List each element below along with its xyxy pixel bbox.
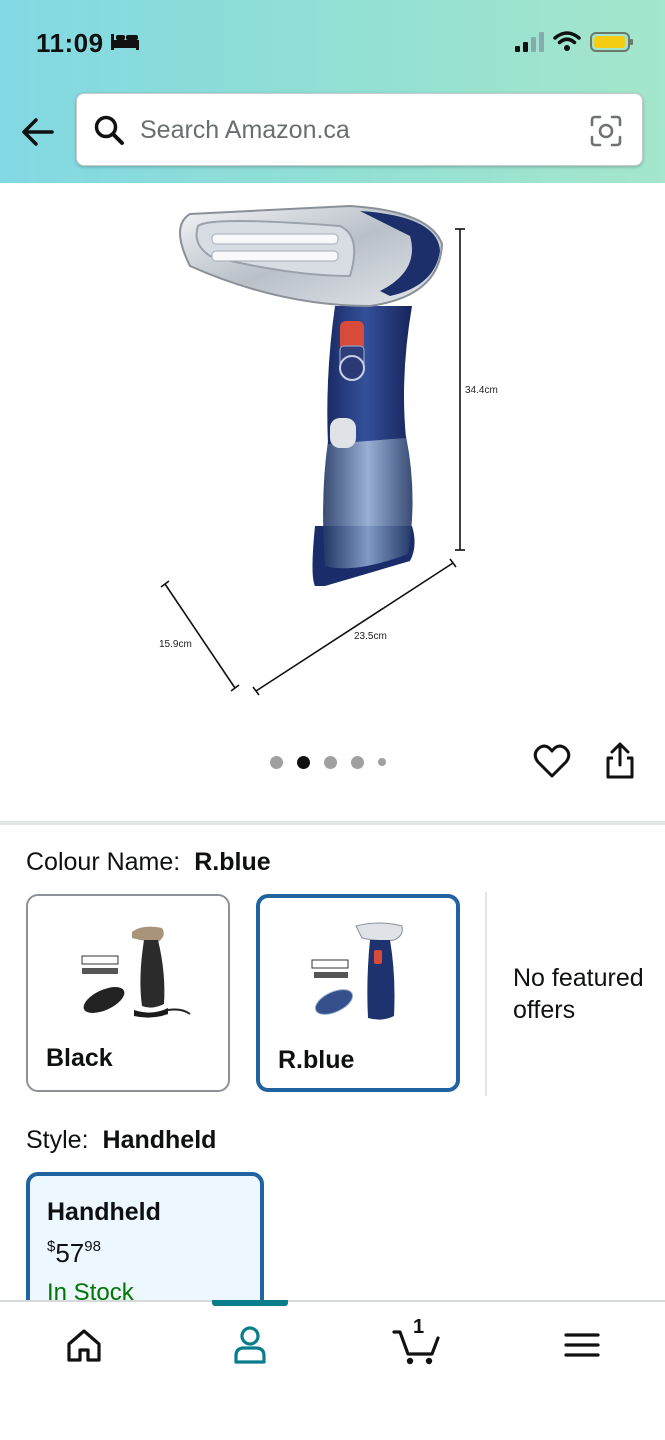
status-time: 11:09 [36,28,104,58]
style-label: Style: [26,1126,89,1154]
camera-scan-icon[interactable] [588,113,624,149]
colour-option-label: Black [46,1044,113,1072]
colour-option-label: R.blue [278,1046,355,1074]
back-arrow-icon[interactable] [18,112,58,152]
wifi-icon [553,31,581,51]
colour-selected-value: R.blue [194,848,271,876]
width-dimension: 23.5cm [354,631,387,642]
cart-count-badge: 1 [413,1316,425,1338]
search-input[interactable] [140,111,570,149]
carousel-dot[interactable] [351,755,364,769]
heart-icon[interactable] [533,743,571,781]
style-row: Style: Handheld [26,1126,216,1155]
colour-option-black[interactable]: Black [26,894,230,1092]
colour-option-rblue[interactable]: R.blue [256,894,460,1092]
battery-icon [590,32,633,52]
price-whole: 57 [55,1238,85,1268]
section-divider [0,821,665,825]
search-bar[interactable] [76,93,643,166]
colour-label: Colour Name: [26,848,181,876]
style-selected-value: Handheld [102,1126,217,1154]
bottom-navigation [0,1300,665,1440]
black-steamer-thumbnail [81,926,191,1018]
home-icon[interactable] [62,1324,106,1366]
carousel-dot[interactable] [378,758,386,766]
account-icon[interactable] [228,1324,272,1366]
depth-dimension: 15.9cm [159,639,192,650]
price: $5798 [47,1238,101,1269]
share-icon[interactable] [602,741,638,781]
vertical-divider [485,892,487,1096]
style-option-name: Handheld [47,1198,161,1226]
menu-icon[interactable] [560,1324,604,1366]
blue-steamer-thumbnail [311,922,403,1020]
carousel-dot[interactable] [270,755,283,769]
search-icon [94,115,124,145]
product-image[interactable]: 34.4cm 15.9cm 23.5cm [150,196,520,706]
image-carousel-dots[interactable] [270,754,400,770]
cellular-signal-icon [515,32,544,52]
height-dimension: 34.4cm [465,385,498,396]
carousel-dot[interactable] [324,755,337,769]
carousel-dot-active[interactable] [297,755,310,769]
steamer-illustration [160,204,465,696]
price-cents: 98 [84,1238,101,1255]
active-tab-indicator [212,1300,288,1306]
header: 11:09 [0,0,665,183]
colour-name-row: Colour Name: R.blue [26,848,271,877]
bed-icon [111,34,139,50]
no-featured-offers-text: No featured offers [513,964,644,1024]
